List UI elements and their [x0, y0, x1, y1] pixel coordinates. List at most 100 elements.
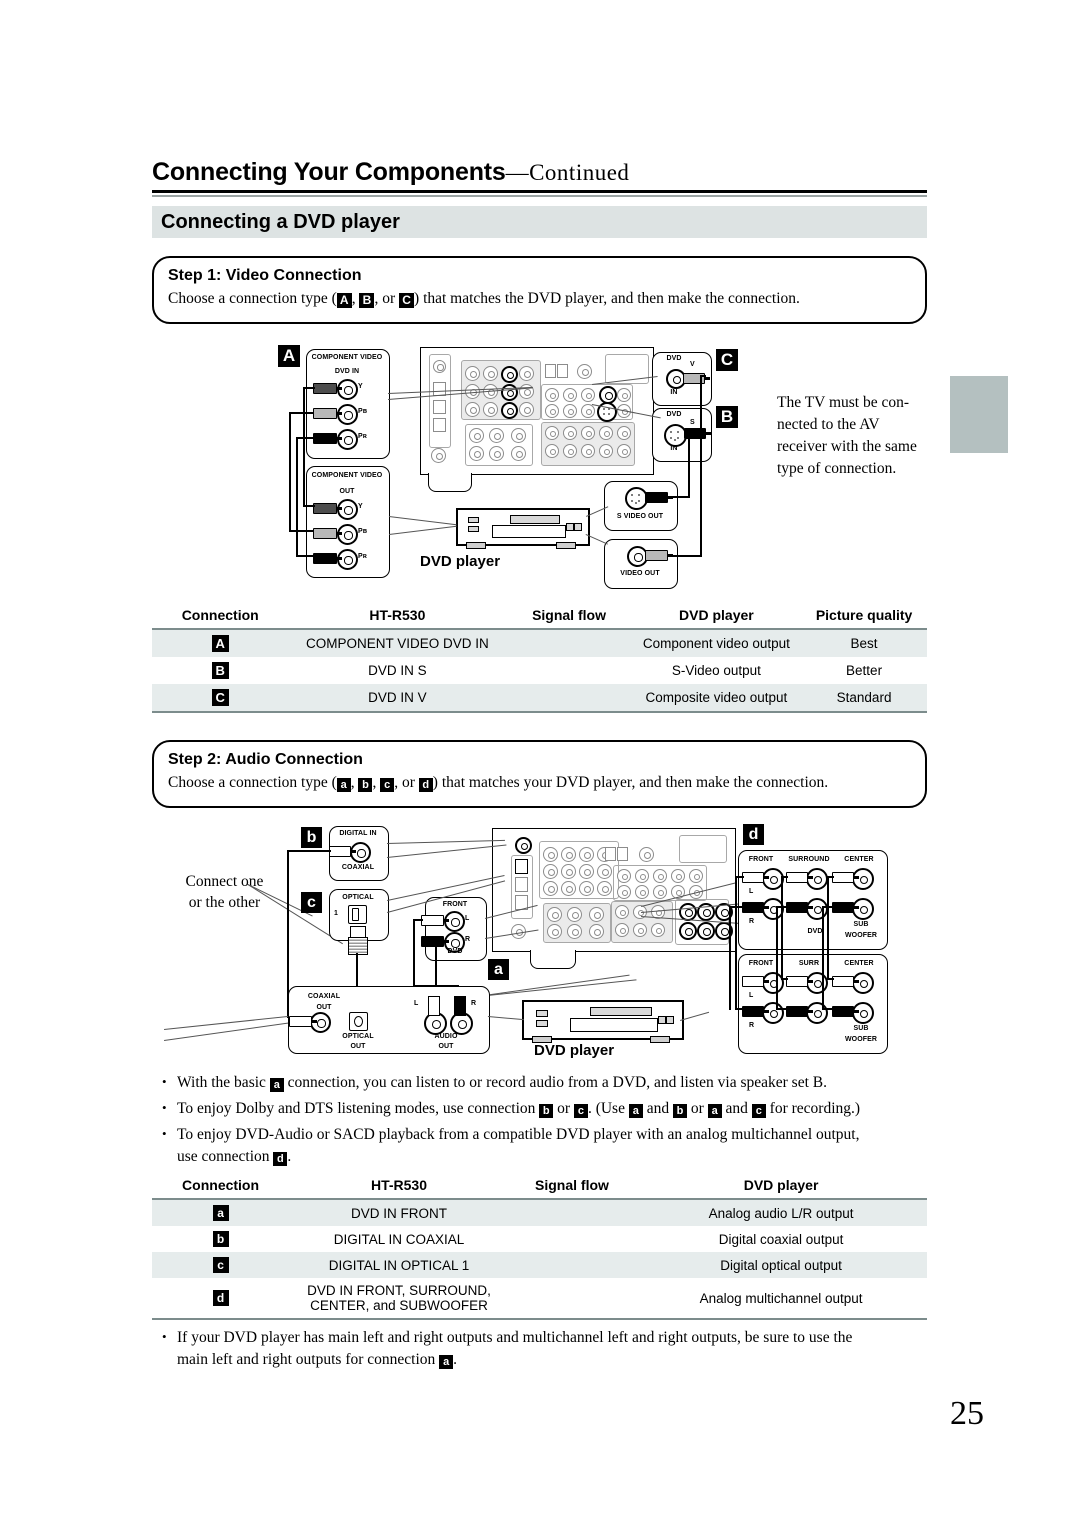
cell-dvd: Digital optical output	[635, 1252, 927, 1278]
tv-note-line-4: type of connection.	[777, 460, 897, 477]
tv-connection-note: The TV must be con- nected to the AV rec…	[777, 392, 917, 480]
multi-recv-r-label: R	[749, 918, 755, 925]
receiver-foot	[428, 473, 472, 492]
note-bullet-3: To enjoy DVD-Audio or SACD playback from…	[156, 1123, 926, 1168]
receiver-multi-surr-r	[697, 922, 715, 940]
cell-tag: d	[152, 1278, 290, 1320]
cell-quality: Better	[846, 663, 883, 678]
cable-pr-bottom	[296, 555, 315, 558]
receiver-comp-a3	[579, 847, 594, 862]
note-bullet-2: To enjoy Dolby and DTS listening modes, …	[156, 1097, 926, 1120]
cable-y-bottom	[303, 505, 315, 508]
tag-A-inline: A	[336, 293, 352, 308]
plug-dvd-center	[832, 976, 859, 987]
header-rule-thick	[152, 190, 927, 193]
cable-mfl-b	[735, 1008, 744, 1011]
receiver-y-label: Y	[358, 383, 363, 390]
cable-multi-center	[827, 876, 830, 978]
multi-dvd-sub2: WOOFER	[844, 1036, 878, 1043]
multi-recv-center: CENTER	[844, 856, 874, 863]
receiver-front-title: FRONT	[442, 901, 468, 908]
dvd-audio-out-l2: OUT	[438, 1043, 454, 1050]
receiver-spk-jack-2	[563, 426, 577, 440]
receiver-out-a3	[589, 907, 604, 922]
footnote-bullet: If your DVD player has main left and rig…	[156, 1326, 946, 1371]
table2-header-row: Connection HT-R530 Signal flow DVD playe…	[152, 1173, 927, 1200]
dvd-pr-label: Pʀ	[358, 553, 367, 560]
dvd-button-4	[574, 523, 582, 531]
dvd-video-out-label: VIDEO OUT	[620, 570, 660, 577]
receiver-spk-a5	[633, 923, 647, 937]
receiver-comp-jack-3-highlight	[501, 366, 518, 383]
receiver-out-jack-5	[489, 446, 504, 461]
plug-coaxial-in	[329, 846, 356, 857]
plug-dvd-v-out	[645, 550, 673, 561]
receiver-component-video-in-sub: DVD IN	[334, 368, 360, 375]
cell-htr530-line1: DVD IN FRONT, SURROUND,	[307, 1283, 491, 1298]
receiver-out-a6	[589, 924, 604, 939]
receiver-out-jack-2	[489, 428, 504, 443]
receiver-front-r-label: R	[465, 936, 471, 943]
dvd-tray	[492, 525, 566, 538]
note2-part4: and	[642, 1100, 673, 1117]
multi-dvd-surr-l-jack	[806, 972, 828, 994]
dvd-optical-out-jack	[349, 1012, 368, 1031]
dvd-y-label: Y	[358, 503, 363, 510]
dvd-display-slot-audio	[590, 1007, 652, 1016]
tag-a-note1: a	[269, 1078, 284, 1092]
receiver-spk-jack-7	[563, 444, 577, 458]
dvd-coaxial-out-l2: OUT	[316, 1004, 332, 1011]
tag-c-inline: c	[380, 778, 395, 792]
table-row: c DIGITAL IN OPTICAL 1 Digital optical o…	[152, 1252, 927, 1278]
cable-multi-surr-l	[781, 876, 784, 978]
cell-htr530: DVD IN V	[288, 684, 507, 713]
note3-part1: To enjoy DVD-Audio or SACD playback from…	[177, 1126, 860, 1143]
leader-audio-coax	[387, 839, 505, 845]
cable-pr-top	[296, 437, 315, 440]
table-row: b DIGITAL IN COAXIAL Digital coaxial out…	[152, 1226, 927, 1252]
cable-mc-t	[827, 876, 834, 879]
leader-dvd-unit-2	[389, 525, 457, 536]
table1-header-row: Connection HT-R530 Signal flow DVD playe…	[152, 603, 927, 630]
plug-dvd-front-r	[742, 1006, 769, 1017]
note2-part3: . (Use	[587, 1100, 629, 1117]
cable-pb-top	[289, 412, 314, 415]
receiver-spk-a6	[651, 923, 665, 937]
receiver-comp-a11	[579, 881, 594, 896]
page-number: 25	[950, 1395, 984, 1432]
receiver-av-jack-3	[581, 388, 595, 402]
audio-notes-list: With the basic a connection, you can lis…	[156, 1071, 926, 1172]
receiver-comp-jack-10	[483, 402, 498, 417]
receiver-av-a4	[671, 869, 685, 883]
receiver-front-l-label: L	[465, 915, 470, 922]
receiver-sv-jack-1	[545, 404, 559, 418]
plug-dvd-coaxial-out	[289, 1016, 317, 1027]
th-signal-flow: Signal flow	[506, 603, 632, 630]
footnote-line2-part2: .	[453, 1351, 458, 1368]
cell-flow	[506, 657, 631, 684]
diagram-label-B: B	[716, 406, 738, 428]
step2-box: Step 2: Audio Connection Choose a connec…	[152, 740, 927, 808]
receiver-pr-label: Pʀ	[358, 433, 367, 440]
receiver-dvd-v-side: V	[690, 361, 695, 368]
receiver-optical-title: OPTICAL	[342, 894, 374, 901]
receiver-antenna-terminal-1	[545, 364, 556, 378]
receiver-spk-jack-9	[599, 444, 613, 458]
footnote-line2-part1: main left and right outputs for connecti…	[177, 1351, 440, 1368]
receiver-av-a6	[617, 885, 631, 899]
page-title-main: Connecting Your Components	[152, 158, 506, 186]
dvd-player-unit-audio	[522, 1000, 684, 1040]
receiver-comp-a12	[597, 881, 612, 896]
tag-C-inline: C	[399, 293, 415, 308]
tag-B-cell: B	[211, 662, 229, 679]
receiver-pb-label: Pʙ	[358, 408, 368, 415]
receiver-optical2	[515, 877, 528, 892]
step2-sep3: , or	[394, 774, 419, 791]
multi-recv-center-jack	[852, 868, 874, 890]
receiver-comp-jack-1	[465, 366, 480, 381]
plug-front-l	[421, 915, 449, 926]
cable-pb	[289, 412, 292, 532]
receiver-spk-jack-8	[581, 444, 595, 458]
receiver-av-a2	[635, 869, 649, 883]
dvd-tray-audio	[570, 1018, 658, 1032]
